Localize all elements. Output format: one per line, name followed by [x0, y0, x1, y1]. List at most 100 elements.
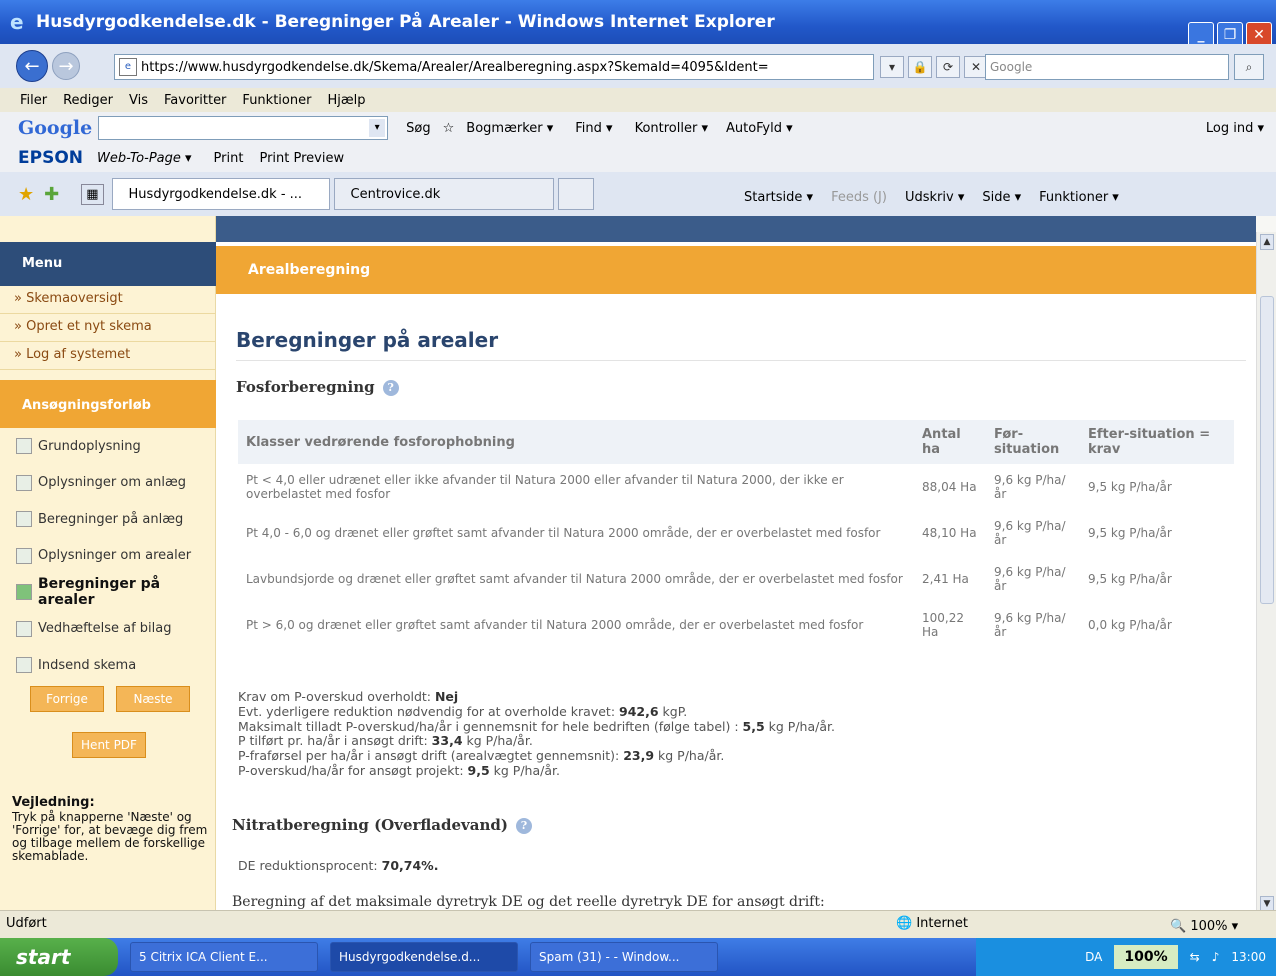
volume-icon[interactable]: ♪ [1212, 950, 1220, 964]
window-title: Husdyrgodkendelse.dk - Beregninger På Ar… [36, 12, 775, 32]
sidebar: Menu » Skemaoversigt » Opret et nyt skem… [0, 216, 216, 910]
help-icon[interactable]: ? [515, 818, 532, 834]
guide-text: Tryk på knapperne 'Næste' og 'Forrige' f… [12, 810, 208, 863]
step-oplysninger-anlaeg[interactable]: Oplysninger om anlæg [0, 465, 216, 502]
step-vedhaeftelse[interactable]: Vedhæftelse af bilag [0, 611, 216, 648]
bookmarks-button[interactable]: Bogmærker ▾ [466, 121, 553, 136]
tools-menu-button[interactable]: Funktioner ▾ [1039, 190, 1119, 205]
web-to-page-button[interactable]: Web-To-Page ▾ [97, 151, 192, 166]
address-bar: ← → e https://www.husdyrgodkendelse.dk/S… [0, 44, 1276, 88]
google-search-field[interactable]: ▾ [98, 116, 389, 140]
menu-vis[interactable]: Vis [129, 93, 148, 108]
battery-percent: 100% [1114, 945, 1178, 969]
scroll-up-icon[interactable]: ▲ [1260, 234, 1274, 250]
status-text: Udført [6, 916, 47, 931]
vertical-scrollbar[interactable]: ▲ ▼ [1256, 232, 1276, 914]
cell-efter: 9,5 kg P/ha/år [1088, 526, 1172, 540]
search-input[interactable]: Google [985, 54, 1229, 80]
process-steps: Grundoplysning Oplysninger om anlæg Bere… [0, 428, 216, 684]
form-icon [16, 438, 32, 455]
print-preview-button[interactable]: Print Preview [259, 151, 344, 166]
taskbar: start 5 Citrix ICA Client E... Husdyrgod… [0, 938, 1276, 976]
process-title: Ansøgningsforløb [0, 380, 216, 428]
sidebar-menu: » Skemaoversigt » Opret et nyt skema » L… [0, 286, 216, 370]
table-row: Pt < 4,0 eller udrænet eller ikke afvand… [238, 464, 1234, 510]
dropdown-icon[interactable]: ▾ [880, 56, 904, 78]
start-button[interactable]: start [0, 938, 118, 976]
table-row: Pt 4,0 - 6,0 og drænet eller grøftet sam… [238, 510, 1234, 556]
add-favorite-icon[interactable]: ✚ [44, 184, 59, 205]
address-actions: ▾ 🔒 ⟳ ✕ [880, 56, 988, 78]
dyretryk-heading: Beregning af det maksimale dyretryk DE o… [232, 894, 825, 910]
cell-ha: 48,10 Ha [922, 526, 977, 540]
login-button[interactable]: Log ind ▾ [1206, 121, 1264, 136]
fosfor-summary: Krav om P-overskud overholdt: Nej Evt. y… [238, 689, 835, 779]
print-button[interactable]: Print [214, 151, 244, 166]
menu-hjaelp[interactable]: Hjælp [327, 93, 365, 108]
chevron-down-icon[interactable]: ▾ [369, 119, 386, 137]
url-field[interactable]: e https://www.husdyrgodkendelse.dk/Skema… [114, 54, 874, 80]
taskbar-ie-spam[interactable]: Spam (31) - - Window... [530, 942, 718, 972]
refresh-icon[interactable]: ⟳ [936, 56, 960, 78]
tab-centrovice[interactable]: Centrovice.dk [333, 178, 554, 210]
cell-ha: 88,04 Ha [922, 480, 977, 494]
table-row: Lavbundsjorde og drænet eller grøftet sa… [238, 556, 1234, 602]
find-button[interactable]: Find ▾ [575, 121, 612, 136]
cell-foer: 9,6 kg P/ha/år [994, 473, 1066, 501]
language-indicator[interactable]: DA [1085, 950, 1102, 964]
quick-tabs-icon[interactable]: ▦ [81, 183, 104, 205]
google-search-button[interactable]: Søg [406, 121, 430, 136]
clock: 13:00 [1231, 950, 1266, 964]
zoom-level[interactable]: 🔍 100% ▾ [1170, 919, 1238, 934]
google-logo: Google [18, 117, 93, 139]
main-content: Arealberegning Beregninger på arealer Fo… [216, 242, 1256, 910]
scroll-thumb[interactable] [1260, 296, 1274, 604]
step-oplysninger-arealer[interactable]: Oplysninger om arealer [0, 538, 216, 575]
fosfor-table: Klasser vedrørende fosforophobning Antal… [238, 420, 1234, 648]
summary-line: P-fraførsel per ha/år i ansøgt drift (ar… [238, 748, 725, 764]
form-icon [16, 620, 32, 637]
back-button[interactable]: ← [16, 50, 48, 82]
cell-efter: 0,0 kg P/ha/år [1088, 618, 1172, 632]
menu-funktioner[interactable]: Funktioner [242, 93, 311, 108]
form-current-icon [16, 584, 32, 601]
taskbar-ie-husdyr[interactable]: Husdyrgodkendelse.d... [330, 942, 518, 972]
lock-icon[interactable]: 🔒 [908, 56, 932, 78]
ie-window: e Husdyrgodkendelse.dk - Beregninger På … [0, 0, 1276, 976]
col-efter: Efter-situation = krav [1080, 420, 1234, 464]
step-beregninger-anlaeg[interactable]: Beregninger på anlæg [0, 501, 216, 538]
page-menu-button[interactable]: Side ▾ [982, 190, 1021, 205]
new-tab-button[interactable] [557, 178, 594, 210]
page-icon: e [119, 58, 137, 76]
step-beregninger-arealer[interactable]: Beregninger på arealer [0, 574, 216, 611]
feeds-button[interactable]: Feeds (J) [831, 190, 887, 205]
prev-button[interactable]: Forrige [30, 686, 104, 712]
forward-button[interactable]: → [52, 52, 80, 80]
spellcheck-button[interactable]: Kontroller ▾ [635, 121, 708, 136]
help-icon[interactable]: ? [382, 380, 399, 396]
col-antal-ha: Antal ha [914, 420, 986, 464]
page-title: Beregninger på arealer [236, 328, 499, 352]
title-divider [236, 360, 1246, 361]
next-button[interactable]: Næste [116, 686, 190, 712]
autofill-button[interactable]: AutoFyld ▾ [726, 121, 793, 136]
print-menu-button[interactable]: Udskriv ▾ [905, 190, 964, 205]
taskbar-citrix[interactable]: 5 Citrix ICA Client E... [130, 942, 318, 972]
favorites-star-icon[interactable]: ★ [18, 184, 34, 205]
step-indsend[interactable]: Indsend skema [0, 647, 216, 684]
step-grundoplysning[interactable]: Grundoplysning [0, 428, 216, 465]
table-row: Pt > 6,0 og drænet eller grøftet samt af… [238, 602, 1234, 648]
menu-rediger[interactable]: Rediger [63, 93, 113, 108]
star-icon[interactable]: ☆ [443, 121, 455, 136]
sidebar-item-log-af[interactable]: » Log af systemet [0, 342, 216, 370]
download-pdf-button[interactable]: Hent PDF [72, 732, 146, 758]
sidebar-item-opret-skema[interactable]: » Opret et nyt skema [0, 314, 216, 342]
tab-husdyrgodkendelse[interactable]: Husdyrgodkendelse.dk - ... [111, 178, 330, 210]
search-icon[interactable]: ⌕ [1234, 54, 1264, 80]
sidebar-item-skemaoversigt[interactable]: » Skemaoversigt [0, 286, 216, 314]
menu-favoritter[interactable]: Favoritter [164, 93, 226, 108]
network-icon[interactable]: ⇆ [1190, 950, 1200, 964]
home-button[interactable]: Startside ▾ [744, 190, 813, 205]
system-tray: DA 100% ⇆ ♪ 13:00 [976, 938, 1276, 976]
menu-filer[interactable]: Filer [20, 93, 47, 108]
